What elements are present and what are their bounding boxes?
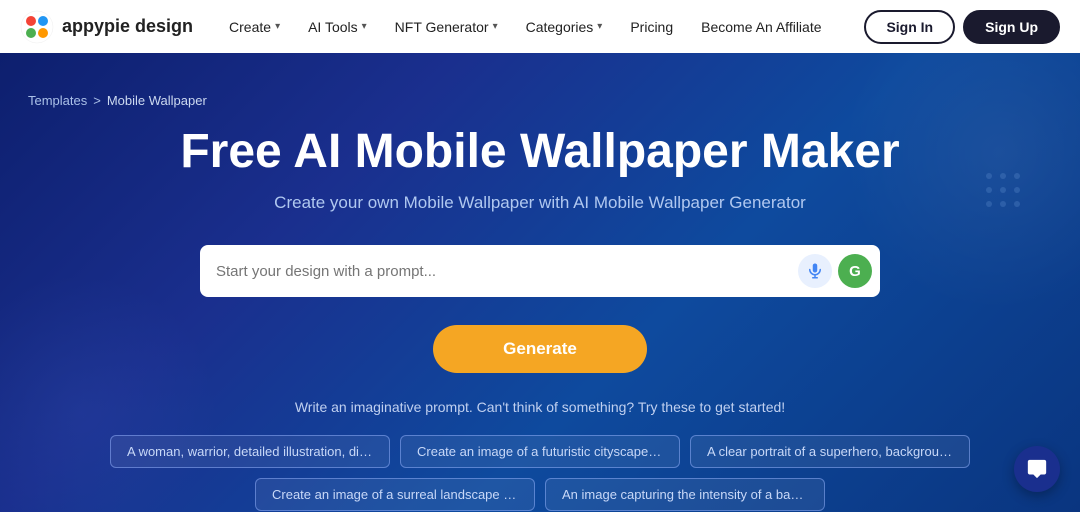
nav-item-categories[interactable]: Categories ▾ [514,13,615,41]
logo[interactable]: appypie design [20,10,193,44]
nav-item-pricing[interactable]: Pricing [618,13,685,41]
hero-title: Free AI Mobile Wallpaper Maker [180,124,899,179]
chat-bubble-button[interactable] [1014,446,1060,492]
chat-icon [1026,458,1048,480]
prompt-tags: A woman, warrior, detailed illustration,… [40,435,1040,511]
signup-button[interactable]: Sign Up [963,10,1060,44]
generate-button[interactable]: Generate [433,325,647,373]
google-icon[interactable]: G [838,254,872,288]
nav-items: Create ▾ AI Tools ▾ NFT Generator ▾ Cate… [217,13,833,41]
prompt-tag[interactable]: A woman, warrior, detailed illustration,… [110,435,390,468]
chevron-down-icon: ▾ [362,21,367,32]
signin-button[interactable]: Sign In [864,10,955,44]
nav-item-affiliate[interactable]: Become An Affiliate [689,13,833,41]
breadcrumb-parent[interactable]: Templates [28,93,87,108]
prompt-tag[interactable]: Create an image of a surreal landscape w… [255,478,535,511]
logo-icon [20,10,54,44]
prompt-tag[interactable]: An image capturing the intensity of a ba… [545,478,825,511]
breadcrumb-separator: > [93,93,101,108]
search-input[interactable] [216,263,798,280]
chevron-down-icon: ▾ [597,21,602,32]
chevron-down-icon: ▾ [275,21,280,32]
prompt-hint: Write an imaginative prompt. Can't think… [295,399,785,415]
nav-item-nft-generator[interactable]: NFT Generator ▾ [383,13,510,41]
decorative-dots [986,173,1020,207]
brand-name: appypie design [62,16,193,37]
navbar: appypie design Create ▾ AI Tools ▾ NFT G… [0,0,1080,53]
hero-section: Templates > Mobile Wallpaper Free AI Mob… [0,53,1080,512]
nav-item-ai-tools[interactable]: AI Tools ▾ [296,13,379,41]
prompt-tag[interactable]: A clear portrait of a superhero, backgro… [690,435,970,468]
hero-subtitle: Create your own Mobile Wallpaper with AI… [274,193,806,213]
breadcrumb-current: Mobile Wallpaper [107,93,207,108]
search-icons: G [798,254,872,288]
nav-item-create[interactable]: Create ▾ [217,13,292,41]
prompt-tag[interactable]: Create an image of a futuristic cityscap… [400,435,680,468]
search-bar: G [200,245,880,297]
chevron-down-icon: ▾ [493,21,498,32]
breadcrumb: Templates > Mobile Wallpaper [0,83,1080,114]
microphone-icon[interactable] [798,254,832,288]
